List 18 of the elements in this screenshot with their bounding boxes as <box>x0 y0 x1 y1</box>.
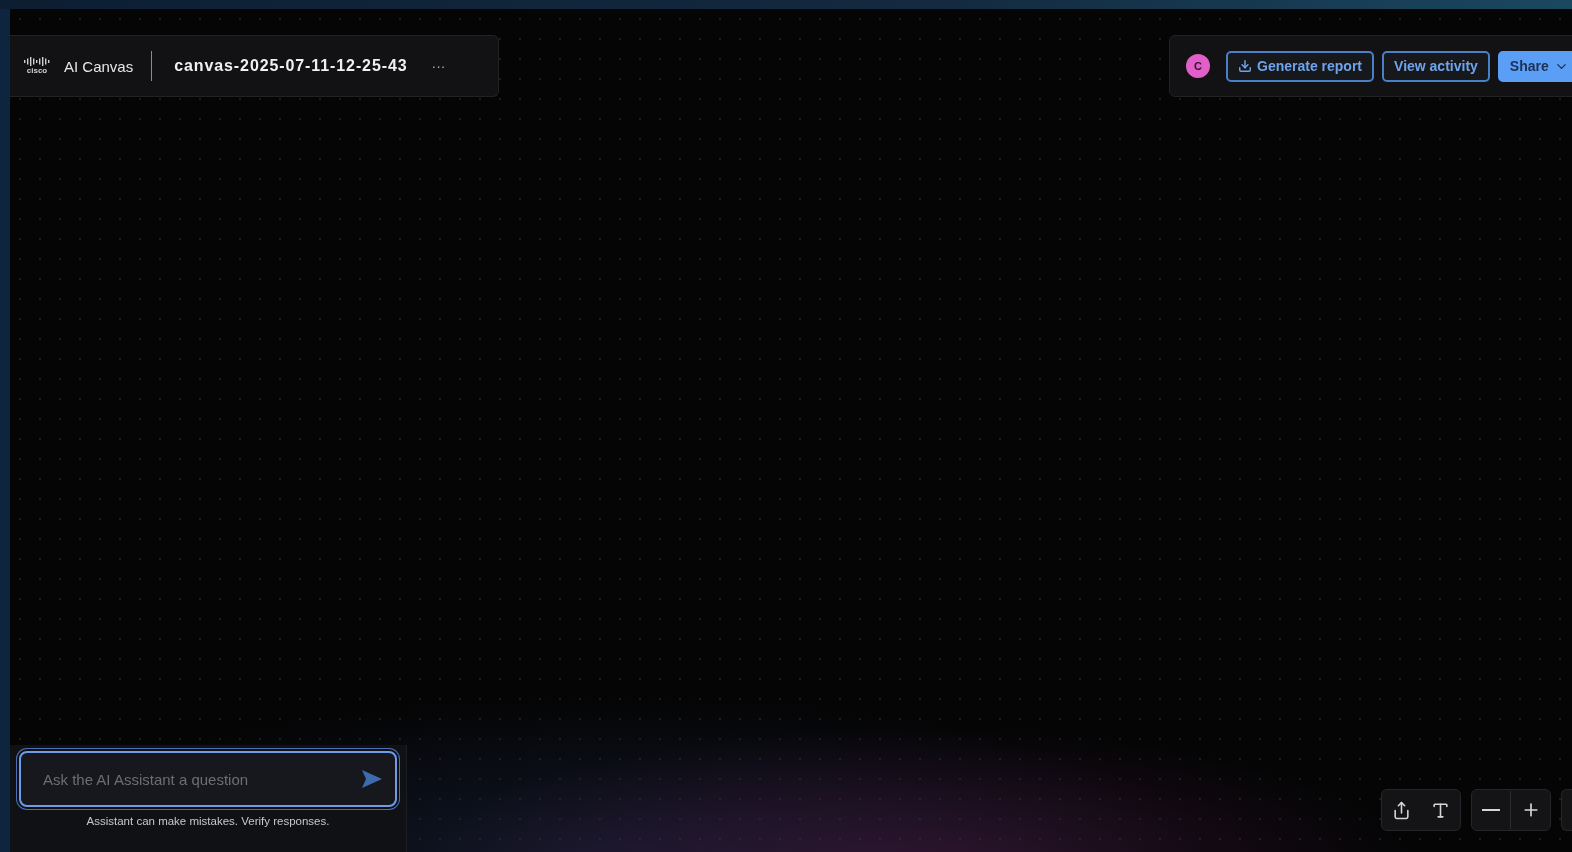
canvas-name: canvas-2025-07-11-12-25-43 <box>174 57 408 75</box>
chat-input-box[interactable]: Ask the AI Assistant a question <box>19 751 397 807</box>
share-button[interactable]: Share <box>1497 50 1572 82</box>
send-icon[interactable] <box>361 769 383 789</box>
action-button[interactable]: Generate report <box>1226 50 1375 82</box>
logo-text: cisco <box>26 67 48 75</box>
action-button[interactable]: View activity <box>1382 50 1490 82</box>
question-field[interactable]: Ask the AI Assistant a question <box>41 769 361 789</box>
more-button[interactable]: ··· <box>429 56 448 76</box>
disclaimer-text: Assistant can make mistakes. Verify responses. <box>86 815 330 827</box>
avatar[interactable]: C <box>1186 54 1210 78</box>
download-icon <box>1238 59 1252 73</box>
upload-icon <box>1392 800 1411 820</box>
app-name: AI Canvas <box>64 57 134 75</box>
toolbar-group <box>1561 789 1572 831</box>
text-icon <box>1431 800 1450 820</box>
logo-icon <box>23 57 51 66</box>
minus-icon <box>1482 809 1500 811</box>
